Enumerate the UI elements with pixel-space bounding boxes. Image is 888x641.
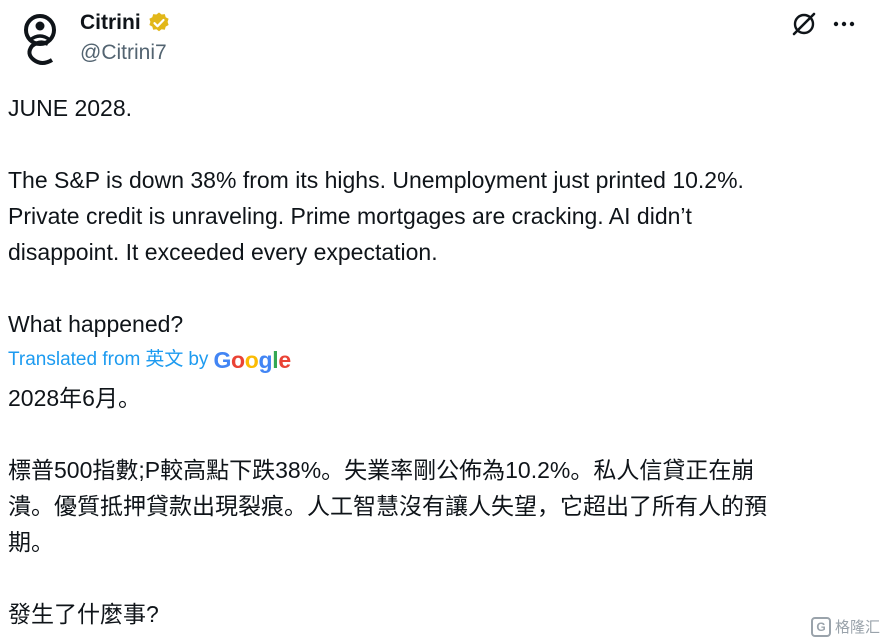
more-icon[interactable] (830, 10, 858, 38)
grok-icon[interactable] (790, 10, 818, 38)
watermark-logo-icon: G (810, 616, 831, 637)
translated-paragraph: 2028年6月。 (8, 385, 141, 411)
author-name-row: Citrini (80, 10, 171, 36)
tweet-paragraph: What happened? (8, 311, 184, 337)
author-handle[interactable]: @Citrini7 (80, 40, 167, 66)
watermark-text: 格隆汇 (834, 619, 880, 636)
tweet-header: Citrini @Citrini7 (0, 0, 888, 80)
watermark: G 格隆汇 (810, 616, 880, 637)
tweet-paragraph: JUNE 2028. (8, 95, 133, 121)
tweet-paragraph: The S&P is down 38% from its highs. Unem… (8, 167, 744, 265)
tweet-text: JUNE 2028. The S&P is down 38% from its … (8, 90, 876, 342)
source-language-label: 英文 (145, 349, 184, 370)
verified-badge-icon (149, 12, 169, 32)
translated-paragraph: 標普500指數;P較高點下跌38%。失業率剛公佈為10.2%。私人信貸正在崩 潰… (8, 457, 767, 555)
translated-text: 2028年6月。 標普500指數;P較高點下跌38%。失業率剛公佈為10.2%。… (8, 380, 876, 632)
by-label: by (188, 349, 209, 370)
translation-attribution[interactable]: Translated from 英文 by Google (8, 346, 291, 374)
translated-paragraph: 發生了什麼事? (8, 601, 159, 627)
author-logo-icon (24, 14, 56, 65)
author-avatar[interactable] (10, 10, 70, 70)
translated-from-label: Translated from (8, 349, 141, 370)
author-display-name[interactable]: Citrini (80, 10, 141, 36)
google-logo: Google (213, 347, 291, 373)
